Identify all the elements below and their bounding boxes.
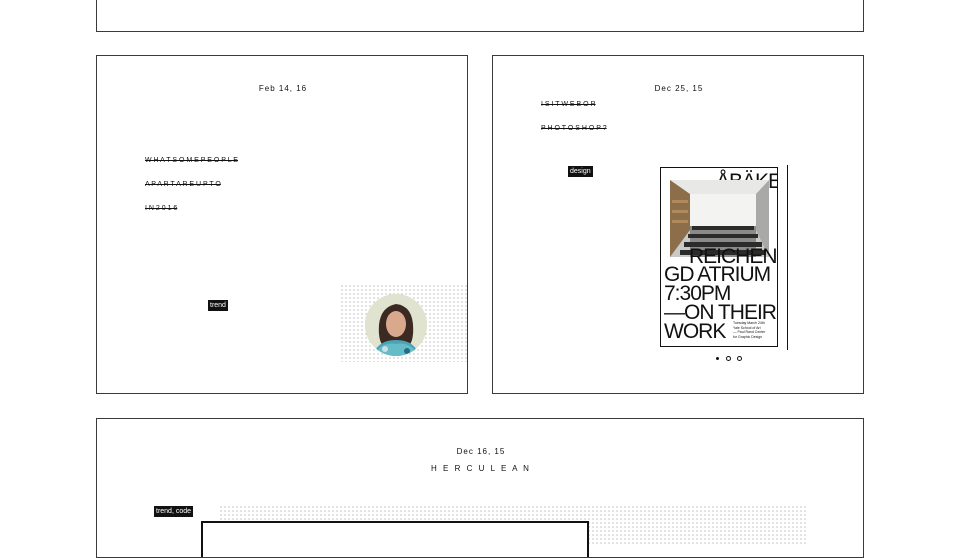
post-title-line[interactable]: A P A R T A R E U P T O (145, 181, 221, 188)
post-card-top[interactable] (96, 0, 864, 32)
post-card-web-or-photoshop[interactable]: Dec 25, 15 I S I T W E B O R P H O T O S… (492, 55, 864, 394)
post-title-line[interactable]: I S I T W E B O R (541, 101, 596, 108)
pager-dot[interactable] (725, 356, 731, 361)
poster-fine-print: Tuesday March 24th Yale School of Art — … (733, 321, 766, 339)
post-date: Feb 14, 16 (258, 84, 308, 93)
post-card-herculean[interactable]: Dec 16, 15 H E R C U L E A N trend, code (96, 418, 864, 558)
post-tag[interactable]: design (568, 166, 593, 177)
poster-line: WORK (664, 320, 726, 343)
post-date: Dec 25, 15 (654, 84, 704, 93)
post-title-line[interactable]: P H O T O S H O P ? (541, 125, 607, 132)
post-title-line[interactable]: W H A T S O M E P E O P L E (145, 157, 238, 164)
post-tag[interactable]: trend (208, 300, 228, 311)
post-title[interactable]: H E R C U L E A N (97, 464, 863, 473)
carousel-pager[interactable] (698, 356, 758, 364)
poster-edge-line (787, 165, 788, 350)
post-date: Dec 16, 15 (456, 447, 506, 456)
post-tag[interactable]: trend, code (154, 506, 194, 517)
pager-dot[interactable] (736, 356, 742, 361)
author-avatar (365, 294, 427, 356)
post-title-line[interactable]: I N 2 0 1 6 (145, 205, 177, 212)
post-card-apart[interactable]: Feb 14, 16 W H A T S O M E P E O P L E A… (96, 55, 468, 394)
event-poster[interactable]: ÅBÄKE REICHEN GD ATRIUM (660, 167, 778, 347)
pager-dot-active[interactable] (715, 357, 719, 360)
